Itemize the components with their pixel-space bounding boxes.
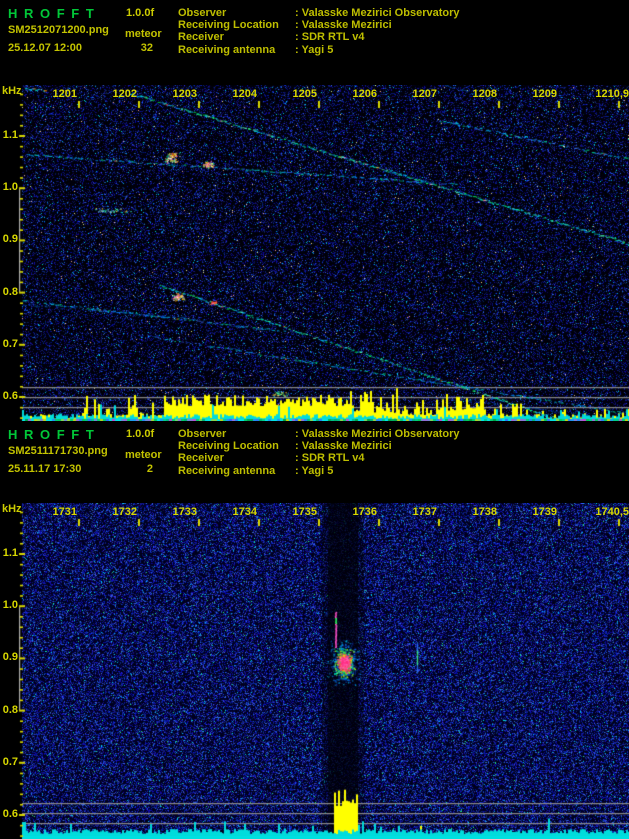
freq-unit-label: kHz xyxy=(2,85,22,97)
freq-label: 0.8 xyxy=(3,286,18,298)
info-row: Receiver: SDR RTL v4 xyxy=(178,31,460,43)
time-label: 1201 xyxy=(53,88,77,100)
freq-label: 0.8 xyxy=(3,704,18,716)
info-label: Receiving antenna xyxy=(178,465,295,477)
time-label: 1735 xyxy=(293,506,317,518)
spectrogram-plot-1: kHz 1201 1202 1203 1204 1205 1206 1207 1208 1209… xyxy=(0,85,629,421)
info-label: Receiving antenna xyxy=(178,44,295,56)
info-separator: : xyxy=(295,7,299,19)
info-row: Observer: Valasske Mezirici Observatory xyxy=(178,7,460,19)
info-value: Valasske Mezirici Observatory xyxy=(302,428,460,440)
info-label: Receiver xyxy=(178,452,295,464)
info-label: Observer xyxy=(178,428,295,440)
info-value: Yagi 5 xyxy=(302,465,334,477)
time-label: 1734 xyxy=(233,506,257,518)
info-row: Receiving Location: Valasske Mezirici xyxy=(178,19,460,31)
info-label: Observer xyxy=(178,7,295,19)
info-row: Observer: Valasske Mezirici Observatory xyxy=(178,428,460,440)
freq-label: 1.0 xyxy=(3,181,18,193)
app-title: H R O F F T xyxy=(8,6,95,21)
info-row: Receiving Location: Valasske Mezirici xyxy=(178,440,460,452)
panel-2-header: H R O F F T 1.0.0f SM2511171730.png mete… xyxy=(0,421,629,503)
info-row: Receiving antenna: Yagi 5 xyxy=(178,44,460,56)
info-row: Receiver: SDR RTL v4 xyxy=(178,452,460,464)
freq-unit-label: kHz xyxy=(2,503,22,515)
info-label: Receiving Location xyxy=(178,440,295,452)
time-label: 1210,9 xyxy=(595,88,629,100)
info-separator: : xyxy=(295,44,299,56)
time-label: 1737 xyxy=(413,506,437,518)
meteor-count: 2 xyxy=(105,463,153,475)
freq-label: 0.6 xyxy=(3,390,18,402)
freq-label: 0.7 xyxy=(3,338,18,350)
time-label: 1208 xyxy=(473,88,497,100)
time-label: 1206 xyxy=(353,88,377,100)
filename-label: SM2512071200.png xyxy=(8,24,109,36)
info-value: SDR RTL v4 xyxy=(302,452,365,464)
time-label: 1205 xyxy=(293,88,317,100)
info-value: SDR RTL v4 xyxy=(302,31,365,43)
time-label: 1732 xyxy=(113,506,137,518)
time-label: 1739 xyxy=(533,506,557,518)
freq-label: 1.0 xyxy=(3,599,18,611)
meteor-count: 32 xyxy=(105,42,153,54)
info-separator: : xyxy=(295,452,299,464)
info-separator: : xyxy=(295,440,299,452)
info-label: Receiver xyxy=(178,31,295,43)
info-separator: : xyxy=(295,31,299,43)
info-value: Valasske Mezirici xyxy=(302,19,392,31)
info-value: Yagi 5 xyxy=(302,44,334,56)
time-label: 1738 xyxy=(473,506,497,518)
freq-label: 0.9 xyxy=(3,233,18,245)
spectrogram-panel-1: H R O F F T 1.0.0f SM2512071200.png mete… xyxy=(0,0,629,421)
timestamp-label: 25.12.07 12:00 xyxy=(8,42,82,54)
app-title: H R O F F T xyxy=(8,427,95,442)
freq-label: 1.1 xyxy=(3,129,18,141)
time-label: 1209 xyxy=(533,88,557,100)
info-separator: : xyxy=(295,428,299,440)
info-value: Valasske Mezirici xyxy=(302,440,392,452)
filename-label: SM2511171730.png xyxy=(8,445,108,457)
mode-label: meteor xyxy=(125,28,162,40)
spectrogram-canvas-1 xyxy=(0,85,629,421)
time-label: 1731 xyxy=(53,506,77,518)
time-label: 1204 xyxy=(233,88,257,100)
info-label: Receiving Location xyxy=(178,19,295,31)
time-label: 1736 xyxy=(353,506,377,518)
panel-1-header: H R O F F T 1.0.0f SM2512071200.png mete… xyxy=(0,0,629,85)
info-separator: : xyxy=(295,465,299,477)
spectrogram-panel-2: H R O F F T 1.0.0f SM2511171730.png mete… xyxy=(0,421,629,839)
freq-label: 0.7 xyxy=(3,756,18,768)
mode-label: meteor xyxy=(125,449,162,461)
version-label: 1.0.0f xyxy=(126,7,154,19)
info-value: Valasske Mezirici Observatory xyxy=(302,7,460,19)
station-info: Observer: Valasske Mezirici Observatory … xyxy=(178,428,460,477)
time-label: 1203 xyxy=(173,88,197,100)
station-info: Observer: Valasske Mezirici Observatory … xyxy=(178,7,460,56)
time-label: 1207 xyxy=(413,88,437,100)
spectrogram-plot-2: kHz 1731 1732 1733 1734 1735 1736 1737 1738 1739… xyxy=(0,503,629,839)
spectrogram-canvas-2 xyxy=(0,503,629,839)
info-separator: : xyxy=(295,19,299,31)
time-label: 1740,5 xyxy=(595,506,629,518)
freq-label: 1.1 xyxy=(3,547,18,559)
info-row: Receiving antenna: Yagi 5 xyxy=(178,465,460,477)
version-label: 1.0.0f xyxy=(126,428,154,440)
time-label: 1733 xyxy=(173,506,197,518)
freq-label: 0.6 xyxy=(3,808,18,820)
hrofft-screenshot: { "meta": { "app": "HROFFT", "separator"… xyxy=(0,0,629,839)
time-label: 1202 xyxy=(113,88,137,100)
freq-label: 0.9 xyxy=(3,651,18,663)
timestamp-label: 25.11.17 17:30 xyxy=(8,463,81,475)
